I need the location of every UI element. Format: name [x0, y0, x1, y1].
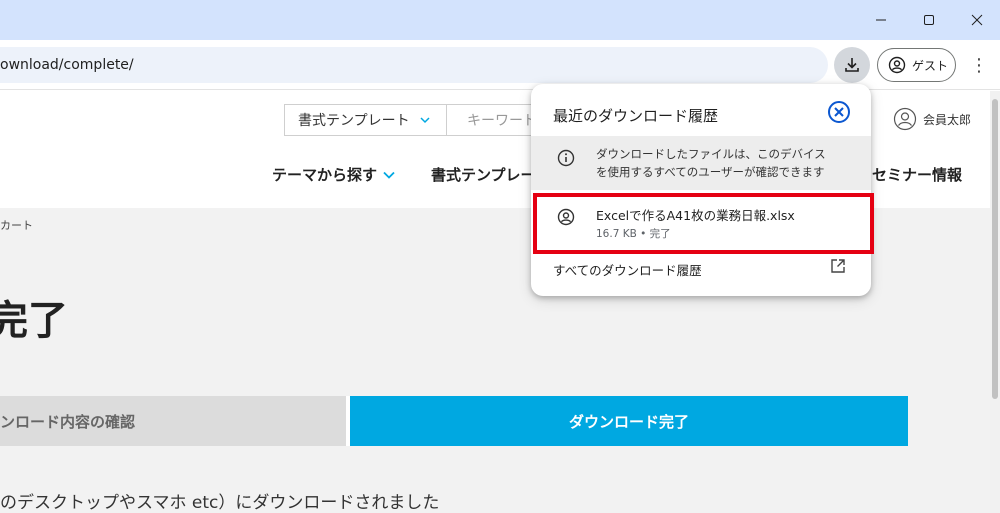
breadcrumb[interactable]: カート: [0, 217, 33, 233]
chevron-down-icon: [383, 171, 395, 179]
close-window-icon[interactable]: [954, 0, 1000, 40]
info-message: ダウンロードしたファイルは、このデバイスを使用するすべてのユーザーが確認できます: [531, 136, 871, 190]
browser-toolbar: ownload/complete/ ゲスト ⋮: [0, 40, 1000, 90]
nav-item-templates[interactable]: 書式テンプレー: [431, 164, 536, 185]
highlight-box: [533, 193, 874, 254]
user-icon: [893, 107, 917, 131]
member-name: 会員太郎: [923, 112, 972, 127]
nav-label-seminar: セミナー情報: [872, 166, 963, 184]
nav-label-templates: 書式テンプレー: [431, 166, 536, 184]
step-confirm-label: ンロード内容の確認: [0, 412, 136, 431]
download-button[interactable]: [834, 47, 870, 83]
page-title: 完了: [0, 297, 68, 344]
download-icon: [845, 58, 859, 72]
url-text: ownload/complete/: [0, 57, 134, 73]
minimize-icon[interactable]: [858, 0, 904, 40]
download-bubble: 最近のダウンロード履歴 ダウンロードしたファイルは、このデバイスを使用するすべて…: [531, 84, 871, 296]
nav-item-theme[interactable]: テーマから探す: [272, 164, 395, 185]
all-downloads-link[interactable]: すべてのダウンロード履歴: [553, 260, 702, 279]
close-icon[interactable]: [827, 100, 851, 124]
format-select[interactable]: 書式テンプレート: [284, 104, 446, 136]
keyword-placeholder: キーワード: [467, 113, 537, 129]
info-icon: [557, 149, 575, 167]
download-note: のデスクトップやスマホ etc）にダウンロードされました: [0, 493, 440, 513]
nav-label-theme: テーマから探す: [272, 166, 378, 184]
page-scrollbar[interactable]: [990, 91, 1000, 513]
menu-kebab-icon[interactable]: ⋮: [966, 51, 992, 79]
open-external-icon[interactable]: [830, 258, 846, 274]
guest-profile-button[interactable]: ゲスト: [877, 48, 956, 82]
format-select-label: 書式テンプレート: [298, 113, 410, 129]
guest-label: ゲスト: [912, 58, 949, 73]
nav-item-seminar[interactable]: セミナー情報: [872, 164, 962, 185]
maximize-icon[interactable]: [906, 0, 952, 40]
member-account[interactable]: 会員太郎: [893, 107, 971, 131]
step-complete-label: ダウンロード完了: [568, 412, 689, 431]
download-bubble-title: 最近のダウンロード履歴: [553, 107, 719, 125]
account-icon: [888, 56, 906, 74]
address-bar[interactable]: ownload/complete/: [0, 47, 828, 83]
scroll-thumb[interactable]: [992, 99, 998, 399]
step-complete: ダウンロード完了: [350, 396, 908, 446]
title-bar: [0, 0, 1000, 40]
chevron-down-icon: [420, 117, 430, 124]
info-text: ダウンロードしたファイルは、このデバイスを使用するすべてのユーザーが確認できます: [596, 147, 826, 179]
step-confirm: ンロード内容の確認: [0, 396, 350, 446]
